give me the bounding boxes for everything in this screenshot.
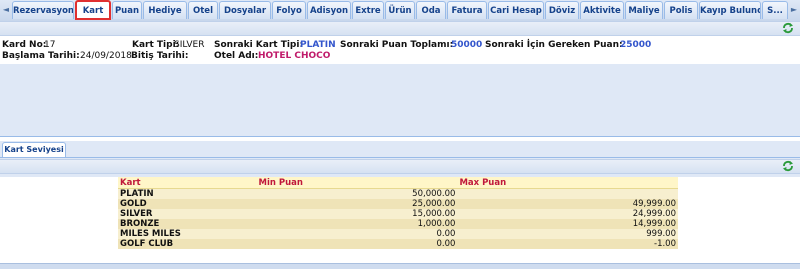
baslama-tarihi-label: Başlama Tarihi:	[2, 51, 80, 61]
tab-scroll-left-icon[interactable]: ◄	[1, 3, 11, 17]
table-header-row: Kart Min Puan Max Puan	[118, 177, 678, 189]
tab-kart-seviyesi[interactable]: Kart Seviyesi	[2, 142, 66, 157]
kart-seviyesi-table: Kart Min Puan Max Puan PLATIN 50,000.00 …	[118, 177, 678, 249]
cell-min-puan: 15,000.00	[256, 209, 458, 219]
table-row[interactable]: MILES MILES 0.00 999.00	[118, 229, 678, 239]
tab-kayip-bulundu[interactable]: Kayıp Bulundu	[699, 1, 761, 19]
kart-seviyesi-grid-area: Kart Min Puan Max Puan PLATIN 50,000.00 …	[0, 177, 800, 268]
bottom-scrollbar[interactable]	[0, 263, 800, 269]
cell-kart: GOLF CLUB	[118, 239, 257, 249]
kart-tipi-label: Kart Tipi:	[132, 40, 180, 50]
tab-bar: ◄ Rezervasyon Kart Puan Hediye Otel Dosy…	[0, 0, 800, 22]
tab-folyo[interactable]: Folyo	[272, 1, 306, 19]
table-row[interactable]: PLATIN 50,000.00	[118, 188, 678, 199]
tab-adisyon[interactable]: Adisyon	[307, 1, 351, 19]
cell-kart: MILES MILES	[118, 229, 257, 239]
sub-tab-bar: Kart Seviyesi	[0, 141, 800, 158]
otel-adi-value: HOTEL CHOCO	[258, 51, 331, 61]
cell-max-puan: 999.00	[457, 229, 678, 239]
cell-kart: GOLD	[118, 199, 257, 209]
cell-kart: BRONZE	[118, 219, 257, 229]
column-header-min-puan[interactable]: Min Puan	[256, 177, 458, 189]
tab-scroll-right-icon[interactable]: ►	[789, 3, 799, 17]
refresh-icon[interactable]	[782, 160, 794, 172]
cell-min-puan: 1,000.00	[256, 219, 458, 229]
kart-seviyesi-panel: Kart Seviyesi Kart Min Puan Max Puan PLA…	[0, 141, 800, 268]
cell-min-puan: 0.00	[256, 239, 458, 249]
table-row[interactable]: GOLF CLUB 0.00 -1.00	[118, 239, 678, 249]
cell-max-puan: 14,999.00	[457, 219, 678, 229]
cell-kart: SILVER	[118, 209, 257, 219]
column-header-max-puan[interactable]: Max Puan	[457, 177, 678, 189]
tab-polis[interactable]: Polis	[664, 1, 698, 19]
tab-maliye[interactable]: Maliye	[625, 1, 663, 19]
tab-doviz[interactable]: Döviz	[545, 1, 579, 19]
cell-kart: PLATIN	[118, 188, 257, 199]
gereken-puan-label: Sonraki İçin Gereken Puan:	[485, 40, 623, 50]
cell-max-puan: 24,999.00	[457, 209, 678, 219]
tab-hediye[interactable]: Hediye	[143, 1, 187, 19]
sonraki-kart-tipi-label: Sonraki Kart Tipi:	[214, 40, 304, 50]
grid-toolbar	[0, 159, 800, 174]
cell-max-puan: -1.00	[457, 239, 678, 249]
kard-no-label: Kard No:	[2, 40, 47, 50]
tab-otel[interactable]: Otel	[188, 1, 218, 19]
cell-min-puan: 50,000.00	[256, 188, 458, 199]
card-info-fields: Kard No: 17 Kart Tipi: SILVER Sonraki Ka…	[0, 36, 800, 64]
sonraki-puan-value: 50000	[451, 40, 483, 50]
refresh-icon[interactable]	[782, 22, 794, 34]
table-row[interactable]: BRONZE 1,000.00 14,999.00	[118, 219, 678, 229]
card-info-panel: Kard No: 17 Kart Tipi: SILVER Sonraki Ka…	[0, 36, 800, 137]
cell-max-puan: 49,999.00	[457, 199, 678, 209]
tab-aktivite[interactable]: Aktivite	[580, 1, 624, 19]
otel-adi-label: Otel Adı:	[214, 51, 259, 61]
baslama-tarihi-value: 24/09/2018	[80, 51, 132, 61]
tab-overflow[interactable]: S...	[762, 1, 788, 19]
gereken-puan-value: 25000	[620, 40, 652, 50]
tab-dosyalar[interactable]: Dosyalar	[219, 1, 271, 19]
tab-cari-hesap[interactable]: Cari Hesap	[488, 1, 544, 19]
tab-oda[interactable]: Oda	[416, 1, 446, 19]
sonraki-kart-tipi-value: PLATIN	[300, 40, 336, 50]
sonraki-puan-label: Sonraki Puan Toplamı:	[340, 40, 454, 50]
tab-rezervasyon[interactable]: Rezervasyon	[12, 1, 74, 19]
cell-min-puan: 25,000.00	[256, 199, 458, 209]
kart-tipi-value: SILVER	[174, 40, 205, 50]
tab-puan[interactable]: Puan	[112, 1, 142, 19]
tab-kart[interactable]: Kart	[75, 0, 111, 20]
tab-fatura[interactable]: Fatura	[447, 1, 487, 19]
card-toolbar	[0, 21, 800, 36]
kard-no-value: 17	[44, 40, 56, 50]
cell-max-puan	[457, 188, 678, 199]
column-header-kart[interactable]: Kart	[118, 177, 257, 189]
cell-min-puan: 0.00	[256, 229, 458, 239]
tab-urun[interactable]: Ürün	[385, 1, 415, 19]
bitis-tarihi-label: Bitiş Tarihi:	[131, 51, 189, 61]
tab-extre[interactable]: Extre	[352, 1, 384, 19]
table-row[interactable]: GOLD 25,000.00 49,999.00	[118, 199, 678, 209]
table-row[interactable]: SILVER 15,000.00 24,999.00	[118, 209, 678, 219]
